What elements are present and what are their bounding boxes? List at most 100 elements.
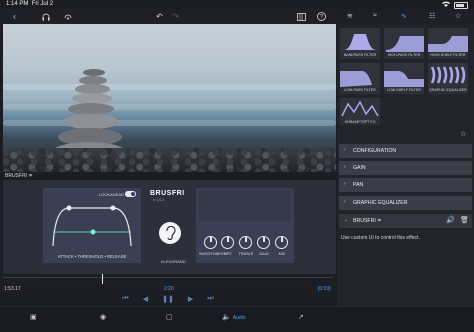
play-icon[interactable]: ❚❚ xyxy=(162,295,174,303)
filter-tile-highshelf[interactable]: HIGH-SHELF FILTER xyxy=(428,28,468,59)
release-handle[interactable] xyxy=(110,205,116,211)
section-configuration[interactable]: › CONFIGURATION xyxy=(339,144,472,158)
knob-label: HPF xyxy=(224,252,232,256)
back-icon[interactable]: ‹ xyxy=(9,11,20,22)
speaker-icon: 🔈 xyxy=(222,314,231,321)
ear-icon[interactable] xyxy=(159,222,181,244)
help-icon[interactable]: ? xyxy=(316,11,327,22)
chevron-right-icon: › xyxy=(344,147,346,153)
video-preview[interactable] xyxy=(3,24,336,172)
knob-label: MIX xyxy=(278,252,286,256)
attack-handle[interactable] xyxy=(66,205,72,211)
smoothness-knob[interactable] xyxy=(204,236,217,249)
redo-icon: ↷ xyxy=(172,12,179,21)
effects-tab-icon[interactable]: ≋ xyxy=(347,12,353,20)
mic-icon[interactable] xyxy=(62,11,73,22)
custom-ui-hint: Use custom UI to control this effect. xyxy=(341,235,420,241)
filter-tab-icon[interactable]: ∿ xyxy=(401,12,407,20)
section-label: BRUSFRI ≑ xyxy=(353,218,382,224)
battery-icon xyxy=(454,1,468,9)
status-bar: 1:14 PM Fri Jul 2 xyxy=(0,0,474,9)
knob-label: TREBLE xyxy=(238,252,254,256)
trash-icon[interactable]: 🗑 xyxy=(460,216,469,224)
clip-tab-icon[interactable]: ▢ xyxy=(166,313,173,321)
vendor-label: KLEVGRAND xyxy=(161,259,186,264)
section-graphic-equalizer[interactable]: › GRAPHIC EQUALIZER xyxy=(339,196,472,210)
filter-tile-label: LOW-SHELF FILTER xyxy=(386,88,421,92)
wave-decoration xyxy=(3,84,336,90)
gain-knob[interactable] xyxy=(257,236,270,249)
wave-decoration xyxy=(3,120,336,126)
status-time-text: 1:14 PM xyxy=(6,1,29,7)
knob-label: SMOOTHNESS xyxy=(199,252,227,256)
favorites-tab-icon[interactable]: ☆ xyxy=(455,12,461,20)
playhead[interactable] xyxy=(102,274,103,284)
envelope-label: ATTACK • THRESHOLD • RELEASE xyxy=(57,254,127,259)
timeline[interactable]: 1:53.17 2:20 [0:09] xyxy=(0,274,336,292)
treble-knob[interactable] xyxy=(239,236,252,249)
plugin-window: LOOKAHEAD ATTACK • THRESHOLD • RELEASE B… xyxy=(3,180,336,274)
filter-tile-lowshelf[interactable]: LOW-SHELF FILTER xyxy=(384,63,424,94)
undo-icon[interactable]: ↶ xyxy=(154,11,165,22)
tab-audio[interactable]: 🔈 Audio xyxy=(222,313,246,321)
mix-knob[interactable] xyxy=(275,236,288,249)
filter-tile-extra[interactable]: SHRAMPTOPT FO xyxy=(340,98,380,125)
plugin-side-panel xyxy=(3,180,41,274)
bottom-tab-bar: ▣ ◉ ▢ 🔈 Audio ↗ xyxy=(0,306,474,332)
main-toolbar: ‹ ↶ ↷ ? xyxy=(0,9,336,24)
status-time: 1:14 PM Fri Jul 2 xyxy=(6,1,53,7)
section-label: GAIN xyxy=(353,165,366,171)
highpass-thumb xyxy=(384,28,424,52)
lookahead-toggle[interactable] xyxy=(125,191,136,197)
pebble-beach xyxy=(3,148,336,172)
star-icon[interactable]: ☆ xyxy=(460,130,466,138)
status-date: Fri Jul 2 xyxy=(31,1,54,7)
sidebar-tabs: ≋ ≈ ∿ ☷ ☆ xyxy=(337,9,474,24)
filter-tile-label: LOW-PASS FILTER xyxy=(344,88,376,92)
hpf-knob[interactable] xyxy=(221,236,234,249)
timeline-track[interactable] xyxy=(3,277,333,278)
wave-decoration xyxy=(3,104,336,110)
plugin-version: V 1.0.1 xyxy=(153,198,165,202)
filter-tile-graphic-eq[interactable]: GRAPHIC EQUALIZER xyxy=(428,63,468,94)
section-gain[interactable]: › GAIN xyxy=(339,161,472,175)
envelope-curve[interactable] xyxy=(49,202,135,250)
step-back-icon[interactable]: ◀ xyxy=(143,295,148,303)
eq-tab-icon[interactable]: ≈ xyxy=(373,12,377,19)
chevron-right-icon: › xyxy=(344,164,346,170)
filter-tile-label: GRAPHIC EQUALIZER xyxy=(429,88,467,92)
plugin-brand: BRUSFRI xyxy=(150,190,185,197)
highshelf-thumb xyxy=(428,28,468,52)
spectrum-display xyxy=(199,191,291,221)
stack-tab-icon[interactable]: ☷ xyxy=(429,12,435,20)
filter-tile-lowpass[interactable]: LOW-PASS FILTER xyxy=(340,63,380,94)
effects-sidebar: ≋ ≈ ∿ ☷ ☆ BANDPASS FILTER HIGH-PASS FILT… xyxy=(337,9,474,306)
step-forward-icon[interactable]: ▶ xyxy=(188,295,193,303)
section-pan[interactable]: › PAN xyxy=(339,178,472,192)
lowpass-thumb xyxy=(340,63,380,87)
skip-forward-icon[interactable]: ⏭ xyxy=(207,295,213,303)
bandpass-thumb xyxy=(340,28,380,52)
filter-tile-highpass[interactable]: HIGH-PASS FILTER xyxy=(384,28,424,59)
filter-tile-label: BANDPASS FILTER xyxy=(343,53,377,57)
lowshelf-thumb xyxy=(384,63,424,87)
effects-tab-icon[interactable]: ◉ xyxy=(100,313,106,321)
threshold-handle[interactable] xyxy=(90,229,96,235)
graphic-eq-thumb xyxy=(428,63,468,87)
filter-tile-bandpass[interactable]: BANDPASS FILTER xyxy=(340,28,380,59)
tab-audio-label: Audio xyxy=(232,315,246,321)
skip-back-icon[interactable]: ⏮ xyxy=(122,295,128,303)
clip-label: BRUSFRI ≑ xyxy=(5,173,33,179)
export-tab-icon[interactable]: ↗ xyxy=(298,313,304,321)
chevron-right-icon: › xyxy=(344,199,346,205)
lookahead-label: LOOKAHEAD xyxy=(99,192,124,197)
media-tab-icon[interactable]: ▣ xyxy=(30,313,37,321)
speaker-icon[interactable]: 🔊 xyxy=(446,216,455,224)
section-brusfri[interactable]: ⌄ BRUSFRI ≑ 🔊 🗑 xyxy=(339,214,472,228)
headphones-icon[interactable] xyxy=(40,11,51,22)
filter-tile-label: HIGH-PASS FILTER xyxy=(387,53,421,57)
extra-thumb xyxy=(340,98,380,120)
library-icon[interactable] xyxy=(296,11,307,22)
filter-tile-label: SHRAMPTOPT FO xyxy=(344,120,376,124)
transport-controls: ⏮ ◀ ❚❚ ▶ ⏭ xyxy=(0,292,336,306)
